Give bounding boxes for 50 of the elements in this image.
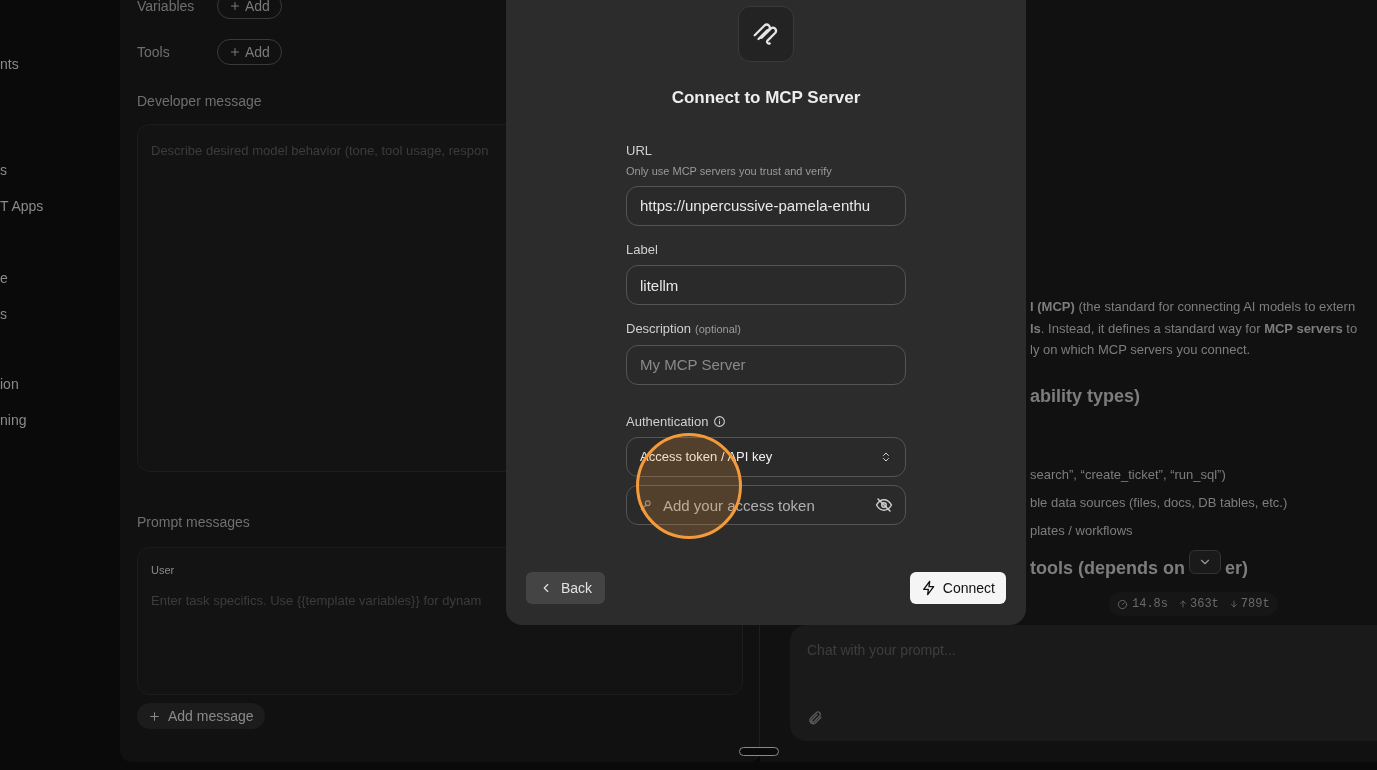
paragraph-line: ly on which MCP servers you connect. [1030,341,1252,359]
field-label: Description [626,320,692,338]
sidebar-item[interactable]: s [0,307,7,321]
gauge-icon [1117,598,1128,610]
dialog-title: Connect to MCP Server [671,87,861,109]
connect-button[interactable]: Connect [909,572,1006,604]
lightning-icon [920,580,937,596]
arrow-up-icon [1178,599,1188,609]
field-label: Authentication [626,412,709,431]
chevron-updown-icon [880,451,892,463]
resize-handle[interactable] [739,747,779,756]
row-label: Tools [137,42,171,62]
paragraph-line: ls. Instead, it defines a standard way for MCP servers to [1030,319,1358,338]
section-heading: ability types) [1030,384,1141,408]
section-label: Prompt messages [137,513,250,532]
logo-icon [738,6,794,62]
list-item: search”, “create_ticket”, “run_sql”) [1030,465,1227,484]
optional-note: (optional) [695,322,741,337]
token-stat: 789t [1240,596,1270,613]
paperclip-icon [807,710,823,726]
plus-icon [229,0,241,12]
sidebar-item[interactable]: ning [0,413,27,427]
label-field[interactable]: litellm [626,265,906,305]
info-icon [713,414,727,428]
arrow-down-icon [1228,599,1239,609]
list-item: ble data sources (files, docs, DB tables, etc.) [1030,493,1288,512]
sidebar-item[interactable]: s [0,163,7,177]
section-heading: er) [1225,556,1248,580]
sidebar-item[interactable]: ion [0,377,19,391]
plus-icon [148,709,161,723]
sidebar-item[interactable]: e [0,271,8,285]
section-heading: tools (depends on [1030,556,1185,580]
add-message-button[interactable]: Add message [137,703,265,729]
eye-off-icon [875,496,893,514]
list-item: plates / workflows [1030,521,1134,540]
token-stat: 363t [1190,596,1219,613]
url-field[interactable]: https://unpercussive-pamela-enthu [626,185,906,226]
key-icon [639,498,653,512]
time-stat: 14.8s [1132,596,1168,613]
sidebar-item[interactable]: nts [0,57,19,71]
section-label: Developer message [137,92,262,111]
back-button[interactable]: Back [526,572,606,604]
role-label: User [151,563,176,578]
field-label: Label [626,240,659,259]
paragraph-line: l (MCP) (the standard for connecting AI models to extern [1030,298,1357,316]
description-field[interactable]: My MCP Server [626,344,906,385]
row-label: Variables [137,0,196,16]
field-label: URL [626,141,653,160]
sidebar-item[interactable]: T Apps [0,199,44,213]
plus-icon [229,46,241,58]
